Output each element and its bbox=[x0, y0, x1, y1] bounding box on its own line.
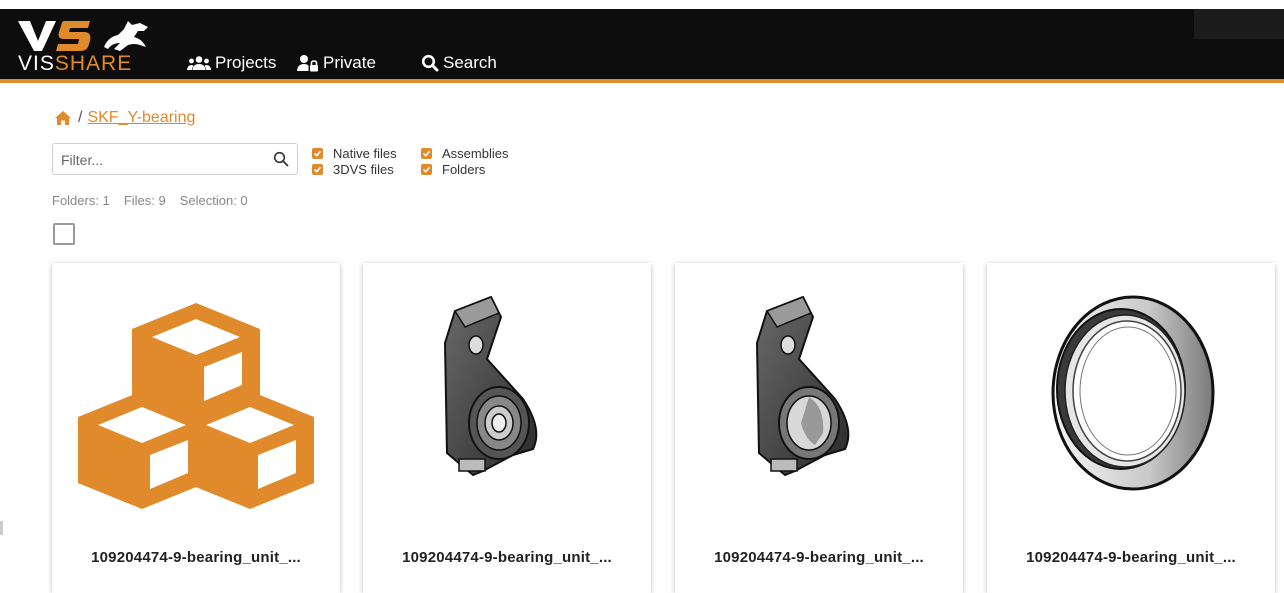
breadcrumb-separator: / bbox=[78, 109, 83, 126]
bearing-housing-cut-render bbox=[755, 295, 850, 477]
file-card[interactable]: 109204474-9-bearing_unit_... bbox=[363, 263, 651, 593]
file-name: 109204474-9-bearing_unit_... bbox=[1026, 549, 1236, 566]
visshare-logo[interactable]: VISSHARE bbox=[16, 17, 161, 75]
checkbox-checked-icon bbox=[312, 163, 323, 175]
selection-count: Selection: 0 bbox=[179, 193, 248, 208]
folders-count: Folders: 1 bbox=[52, 193, 110, 208]
folders-label: Folders bbox=[442, 161, 486, 177]
assemblies-label: Assemblies bbox=[442, 145, 509, 161]
breadcrumb-current-folder[interactable]: SKF_Y-bearing bbox=[87, 109, 195, 127]
assembly-icon bbox=[78, 303, 314, 509]
3dvs-files-checkbox[interactable]: 3DVS files bbox=[312, 161, 397, 177]
checkbox-checked-icon bbox=[421, 163, 432, 175]
users-icon bbox=[187, 56, 211, 70]
file-card[interactable]: 109204474-9-bearing_unit_... bbox=[987, 263, 1275, 593]
logo-wordmark: VISSHARE bbox=[18, 52, 133, 75]
filter-checkbox-group-2: Assemblies Folders bbox=[421, 145, 508, 177]
bearing-ring-render bbox=[1051, 295, 1215, 491]
checkbox-checked-icon bbox=[312, 147, 323, 159]
file-name: 109204474-9-bearing_unit_... bbox=[91, 549, 301, 566]
logo-mark-icon bbox=[18, 21, 148, 51]
nav-search[interactable]: Search bbox=[421, 51, 497, 75]
item-counts: Folders: 1 Files: 9 Selection: 0 bbox=[52, 193, 248, 208]
native-files-checkbox[interactable]: Native files bbox=[312, 145, 397, 161]
3dvs-files-label: 3DVS files bbox=[333, 161, 394, 177]
file-name: 109204474-9-bearing_unit_... bbox=[714, 549, 924, 566]
filter-input[interactable] bbox=[59, 149, 263, 171]
nav-private-label: Private bbox=[323, 53, 376, 72]
filter-field[interactable] bbox=[52, 143, 298, 175]
user-lock-icon bbox=[297, 55, 318, 72]
breadcrumb: / SKF_Y-bearing bbox=[54, 108, 195, 128]
nav-private[interactable]: Private bbox=[297, 51, 376, 75]
file-name: 109204474-9-bearing_unit_... bbox=[402, 549, 612, 566]
assemblies-checkbox[interactable]: Assemblies bbox=[421, 145, 508, 161]
bearing-housing-render bbox=[443, 295, 538, 477]
page-edge-mark bbox=[0, 521, 3, 535]
topbar-shade bbox=[1194, 9, 1284, 39]
file-card[interactable]: 109204474-9-bearing_unit_... bbox=[675, 263, 963, 593]
select-all-checkbox[interactable] bbox=[53, 223, 75, 245]
search-icon[interactable] bbox=[273, 151, 289, 167]
nav-projects[interactable]: Projects bbox=[187, 51, 276, 75]
file-card[interactable]: 109204474-9-bearing_unit_... bbox=[52, 263, 340, 593]
native-files-label: Native files bbox=[333, 145, 397, 161]
home-icon[interactable] bbox=[54, 110, 72, 126]
nav-projects-label: Projects bbox=[215, 53, 277, 72]
files-count: Files: 9 bbox=[123, 193, 166, 208]
folders-checkbox[interactable]: Folders bbox=[421, 161, 508, 177]
filter-checkbox-group-1: Native files 3DVS files bbox=[312, 145, 397, 177]
nav-search-label: Search bbox=[443, 53, 497, 72]
top-navigation-bar: VISSHARE Projects Private Search bbox=[0, 9, 1284, 83]
checkbox-checked-icon bbox=[421, 147, 432, 159]
search-icon bbox=[421, 54, 439, 72]
